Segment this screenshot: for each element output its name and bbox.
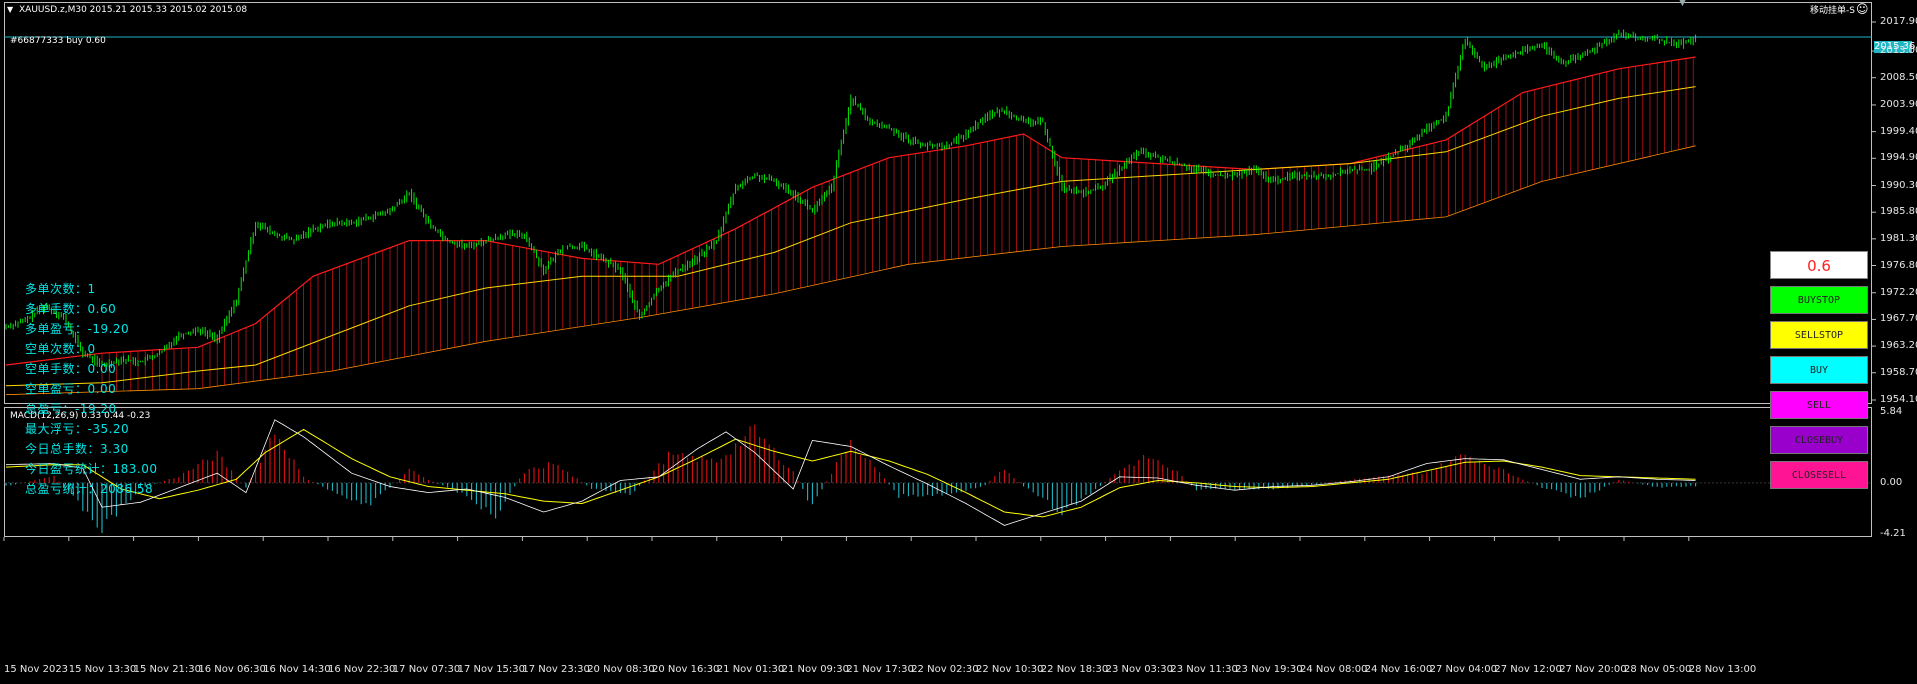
stat-line: 空单手数：0.00 [25, 362, 117, 376]
stat-line: 最大浮亏：-35.20 [25, 422, 130, 436]
price-tick-label: 2017.90 [1880, 16, 1917, 27]
time-tick-label: 28 Nov 05:00 [1624, 664, 1692, 675]
closesell-button[interactable]: CLOSESELL [1770, 461, 1868, 489]
symbol-header: XAUUSD.z,M30 2015.21 2015.33 2015.02 201… [19, 5, 248, 15]
time-tick-label: 23 Nov 03:30 [1105, 664, 1174, 675]
buystop-button[interactable]: BUYSTOP [1770, 286, 1868, 314]
price-tick-label: 1981.30 [1880, 232, 1917, 244]
time-tick-label: 16 Nov 14:30 [263, 664, 331, 675]
stat-line: 空单盈亏：0.00 [25, 382, 117, 396]
stat-line: 今日盈亏统计：183.00 [25, 462, 158, 476]
time-tick-label: 24 Nov 08:00 [1300, 664, 1368, 675]
time-tick-label: 27 Nov 12:00 [1494, 664, 1562, 675]
collapse-triangle-icon[interactable]: ▼ [7, 4, 13, 16]
stat-line: 今日总手数：3.30 [25, 442, 129, 456]
time-tick-label: 17 Nov 15:30 [457, 664, 526, 675]
price-tick-label: 1963.20 [1880, 340, 1917, 352]
price-tick-label: 1990.30 [1880, 179, 1917, 191]
macd-tick-label: 5.84 [1880, 406, 1903, 417]
time-tick-label: 15 Nov 21:30 [133, 664, 202, 675]
shift-marker-icon[interactable]: ▼ [1679, 0, 1686, 9]
mt4-chart-window: ▼ XAUUSD.z,M30 2015.21 2015.33 2015.02 2… [0, 0, 1917, 684]
stat-line: 总盈亏：-19.20 [25, 402, 117, 416]
price-tick-label: 1967.70 [1880, 313, 1917, 325]
price-tick-label: 1999.40 [1880, 125, 1917, 137]
time-tick-label: 16 Nov 22:30 [328, 664, 396, 675]
time-tick-label: 24 Nov 16:00 [1364, 664, 1433, 675]
price-tick-label: 1972.20 [1880, 286, 1917, 298]
time-tick-label: 20 Nov 08:30 [587, 664, 655, 675]
price-chart [3, 21, 1876, 541]
smiley-icon: ☺ [1856, 2, 1869, 16]
time-tick-label: 15 Nov 2023 [4, 664, 69, 675]
macd-tick-label: 0.00 [1880, 476, 1903, 488]
price-tick-label: 2008.50 [1880, 71, 1917, 83]
time-tick-label: 21 Nov 01:30 [716, 664, 785, 675]
stat-line: 多单次数：1 [25, 282, 96, 296]
lot-size-input[interactable]: 0.6 [1770, 251, 1868, 279]
time-tick-label: 17 Nov 23:30 [522, 664, 590, 675]
time-tick-label: 23 Nov 11:30 [1170, 664, 1238, 675]
sellstop-button[interactable]: SELLSTOP [1770, 321, 1868, 349]
stat-line: 多单盈亏：-19.20 [25, 322, 130, 336]
price-tick-label: 1985.80 [1880, 206, 1917, 218]
price-tick-label: 1954.10 [1880, 394, 1917, 405]
time-tick-label: 15 Nov 13:30 [68, 664, 137, 675]
stats-panel: 多单次数：1 多单手数：0.60 多单盈亏：-19.20 空单次数：0 空单手数：0.0… [25, 279, 158, 499]
time-tick-label: 22 Nov 02:30 [911, 664, 979, 675]
time-tick-label: 21 Nov 09:30 [781, 664, 850, 675]
price-tick-label: 2013.00 [1880, 45, 1917, 57]
macd-tick-label: -4.21 [1880, 528, 1906, 539]
order-line-label: #66877333 buy 0.60 [10, 36, 106, 46]
price-tick-label: 1976.80 [1880, 259, 1917, 271]
stat-line: 空单次数：0 [25, 342, 96, 356]
time-tick-label: 21 Nov 17:30 [846, 664, 914, 675]
buy-button[interactable]: BUY [1770, 356, 1868, 384]
time-tick-label: 23 Nov 19:30 [1235, 664, 1303, 675]
time-tick-label: 17 Nov 07:30 [392, 664, 461, 675]
time-tick-label: 16 Nov 06:30 [198, 664, 266, 675]
ea-name-label: 移动挂单-S [1810, 6, 1855, 16]
price-tick-label: 1958.70 [1880, 366, 1917, 378]
time-tick-label: 20 Nov 16:30 [652, 664, 720, 675]
time-tick-label: 28 Nov 13:00 [1688, 664, 1757, 675]
stat-line: 总盈亏统计：2086.58 [25, 482, 154, 496]
time-tick-label: 27 Nov 04:00 [1429, 664, 1498, 675]
stat-line: 多单手数：0.60 [25, 302, 117, 316]
closebuy-button[interactable]: CLOSEBUY [1770, 426, 1868, 454]
price-tick-label: 2003.90 [1880, 98, 1917, 110]
time-tick-label: 27 Nov 20:00 [1559, 664, 1627, 675]
time-tick-label: 22 Nov 18:30 [1040, 664, 1109, 675]
time-tick-label: 22 Nov 10:30 [976, 664, 1044, 675]
sell-button[interactable]: SELL [1770, 391, 1868, 419]
price-tick-label: 1994.90 [1880, 152, 1917, 164]
